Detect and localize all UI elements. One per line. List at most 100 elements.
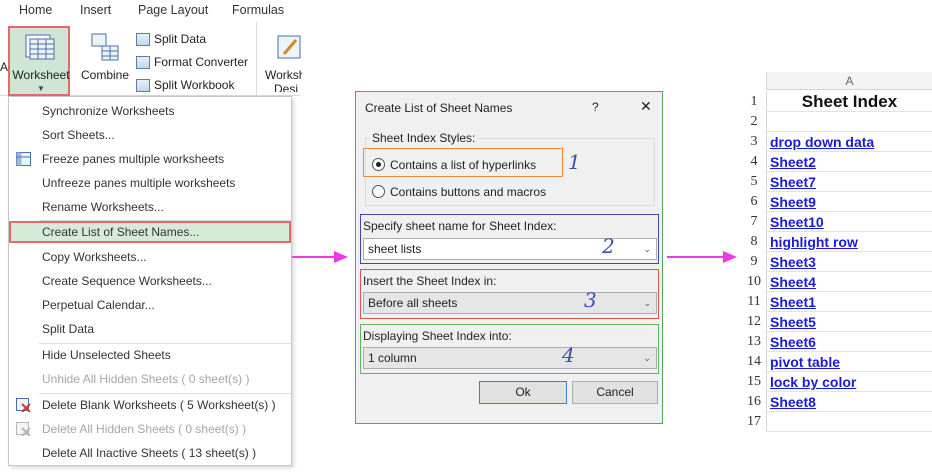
row-number[interactable]: 7: [742, 212, 766, 232]
sheet-link[interactable]: Sheet9: [770, 194, 816, 210]
sheet-link[interactable]: highlight row: [770, 234, 858, 250]
menu-item-unhide-all-hidden-sheets[interactable]: Unhide All Hidden Sheets ( 0 sheet(s) ): [9, 368, 291, 390]
worksheet-dropdown-menu: Synchronize Worksheets Sort Sheets... Fr…: [8, 96, 292, 466]
sheet-link[interactable]: Sheet10: [770, 214, 824, 230]
worksheet-button[interactable]: Worksheet ▼: [8, 26, 70, 96]
sheet-link[interactable]: Sheet2: [770, 154, 816, 170]
row-number[interactable]: 5: [742, 172, 766, 192]
row-number[interactable]: 16: [742, 392, 766, 412]
sheet-link[interactable]: Sheet1: [770, 294, 816, 310]
sheet-link[interactable]: lock by color: [770, 374, 856, 390]
chevron-down-icon: ⌄: [643, 244, 651, 254]
sheet-link-cell[interactable]: Sheet2: [766, 152, 932, 172]
tab-insert[interactable]: Insert: [80, 3, 111, 17]
table-row: 15 lock by color: [742, 372, 932, 392]
row-number[interactable]: 10: [742, 272, 766, 292]
row-number[interactable]: 6: [742, 192, 766, 212]
menu-item-create-sequence-worksheets[interactable]: Create Sequence Worksheets...: [9, 270, 291, 292]
menu-item-delete-all-hidden-sheets[interactable]: Delete All Hidden Sheets ( 0 sheet(s) ): [9, 418, 291, 440]
table-row: 4 Sheet2: [742, 152, 932, 172]
sheet-link[interactable]: Sheet8: [770, 394, 816, 410]
menu-item-copy-worksheets[interactable]: Copy Worksheets...: [9, 246, 291, 268]
tab-formulas[interactable]: Formulas: [232, 3, 284, 17]
worksheet-design-label-2: Desi: [274, 82, 299, 92]
sheet-link-cell[interactable]: drop down data: [766, 132, 932, 152]
sheet-link[interactable]: Sheet5: [770, 314, 816, 330]
worksheet-design-label: Worksh: [265, 68, 302, 82]
combine-button[interactable]: Combine: [80, 28, 130, 92]
row-number[interactable]: 13: [742, 332, 766, 352]
tab-home[interactable]: Home: [19, 3, 52, 17]
sheet-link[interactable]: Sheet6: [770, 334, 816, 350]
tab-page-layout[interactable]: Page Layout: [138, 3, 208, 17]
menu-item-perpetual-calendar[interactable]: Perpetual Calendar...: [9, 294, 291, 316]
close-icon[interactable]: ✕: [640, 98, 652, 115]
radio-hyperlinks[interactable]: [372, 158, 385, 171]
sheet-link[interactable]: pivot table: [770, 354, 840, 370]
table-row: 14 pivot table: [742, 352, 932, 372]
sheet-link-cell[interactable]: Sheet6: [766, 332, 932, 352]
row-number[interactable]: 1: [742, 92, 766, 112]
sheet-link-cell[interactable]: Sheet7: [766, 172, 932, 192]
sheet-link-cell[interactable]: Sheet9: [766, 192, 932, 212]
menu-item-hide-unselected-sheets[interactable]: Hide Unselected Sheets: [9, 344, 291, 366]
row-number[interactable]: 14: [742, 352, 766, 372]
sheet-link[interactable]: Sheet3: [770, 254, 816, 270]
worksheet-design-button[interactable]: Worksh Desi: [262, 28, 302, 92]
split-workbook-button[interactable]: Split Workbook: [136, 78, 234, 92]
column-header-a[interactable]: A: [766, 72, 932, 90]
row-number[interactable]: 17: [742, 412, 766, 432]
table-row: 12 Sheet5: [742, 312, 932, 332]
step-number-3: 3: [584, 288, 597, 312]
row-number[interactable]: 4: [742, 152, 766, 172]
row-number[interactable]: 11: [742, 292, 766, 312]
sheet-link-cell[interactable]: Sheet3: [766, 252, 932, 272]
display-columns-select[interactable]: 1 column ⌄: [363, 347, 657, 369]
split-data-button[interactable]: Split Data: [136, 32, 206, 46]
arrow-to-sheet: [667, 256, 725, 258]
sheet-link-cell[interactable]: lock by color: [766, 372, 932, 392]
menu-item-sort-sheets[interactable]: Sort Sheets...: [9, 124, 291, 146]
sheet-link-cell[interactable]: Sheet1: [766, 292, 932, 312]
sheet-link[interactable]: drop down data: [770, 134, 874, 150]
sheet-link-cell[interactable]: Sheet8: [766, 392, 932, 412]
row-number[interactable]: 8: [742, 232, 766, 252]
menu-item-split-data[interactable]: Split Data: [9, 318, 291, 340]
table-row: 16 Sheet8: [742, 392, 932, 412]
sheet-index-title-cell[interactable]: Sheet Index: [766, 92, 932, 112]
empty-cell[interactable]: [766, 112, 932, 132]
sheet-link[interactable]: Sheet4: [770, 274, 816, 290]
sheet-link-cell[interactable]: highlight row: [766, 232, 932, 252]
step-number-2: 2: [602, 234, 615, 258]
arrow-head-icon: [334, 251, 348, 263]
row-number[interactable]: 2: [742, 112, 766, 132]
row-number[interactable]: 15: [742, 372, 766, 392]
worksheet-label: Worksheet: [12, 68, 70, 82]
menu-item-delete-blank-worksheets[interactable]: Delete Blank Worksheets ( 5 Worksheet(s)…: [9, 394, 291, 416]
combine-icon: [91, 33, 119, 61]
menu-item-rename-worksheets[interactable]: Rename Worksheets...: [9, 196, 291, 218]
menu-item-synchronize-worksheets[interactable]: Synchronize Worksheets: [9, 100, 291, 122]
sheet-link-cell[interactable]: Sheet4: [766, 272, 932, 292]
sheet-link-cell[interactable]: Sheet5: [766, 312, 932, 332]
menu-item-unfreeze-panes[interactable]: Unfreeze panes multiple worksheets: [9, 172, 291, 194]
help-icon[interactable]: ?: [592, 100, 599, 114]
menu-item-freeze-panes[interactable]: Freeze panes multiple worksheets: [9, 148, 291, 170]
row-number[interactable]: 9: [742, 252, 766, 272]
format-converter-button[interactable]: Format Converter: [136, 55, 248, 69]
menu-item-create-list-of-sheet-names[interactable]: Create List of Sheet Names...: [9, 221, 291, 243]
ribbon-partial-label: A: [0, 60, 9, 74]
ok-button[interactable]: Ok: [479, 381, 567, 404]
sheet-link-cell[interactable]: Sheet10: [766, 212, 932, 232]
radio-buttons-macros[interactable]: [372, 185, 385, 198]
empty-cell[interactable]: [766, 412, 932, 432]
row-number[interactable]: 3: [742, 132, 766, 152]
menu-item-label: Delete All Hidden Sheets ( 0 sheet(s) ): [42, 422, 247, 436]
cancel-button[interactable]: Cancel: [572, 381, 658, 404]
row-number[interactable]: 12: [742, 312, 766, 332]
sheet-link[interactable]: Sheet7: [770, 174, 816, 190]
sheet-link-cell[interactable]: pivot table: [766, 352, 932, 372]
split-data-label: Split Data: [154, 32, 207, 46]
insert-position-select[interactable]: Before all sheets ⌄: [363, 292, 657, 314]
menu-item-delete-all-inactive-sheets[interactable]: Delete All Inactive Sheets ( 13 sheet(s)…: [9, 442, 291, 464]
